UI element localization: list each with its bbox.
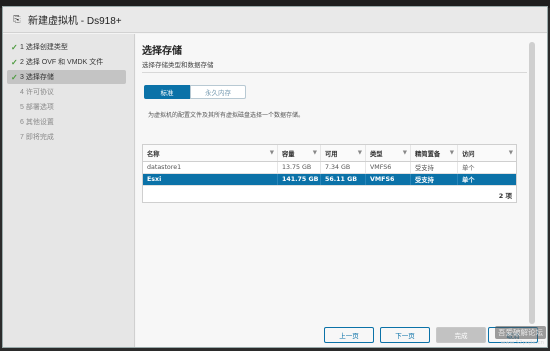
cell-type: VMFS6 <box>366 174 411 185</box>
cell-free: 56.11 GB <box>321 174 366 185</box>
check-icon: ✓ <box>11 57 18 67</box>
step-label: 2 选择 OVF 和 VMDK 文件 <box>20 59 104 66</box>
column-label: 容量 <box>282 150 295 158</box>
vm-add-icon: ⎘ <box>13 14 21 25</box>
step-label: 6 其他设置 <box>20 119 54 126</box>
step-label: 4 许可协议 <box>20 89 54 96</box>
check-icon: ✓ <box>11 72 18 82</box>
cell-name: Esxi <box>143 174 278 185</box>
watermark-url: www.52pojie.cn <box>500 340 544 346</box>
step-label: 5 部署选项 <box>20 104 54 111</box>
table-header: 名称 ▼ 容量 ▼ 可用 ▼ 类型 ▼ 精简置备 ▼ 访问 ▼ <box>143 145 516 162</box>
divider <box>142 72 527 73</box>
column-label: 可用 <box>325 150 338 158</box>
column-label: 访问 <box>462 150 475 158</box>
watermark: 吾爱破解论坛 www.52pojie.cn <box>478 324 548 350</box>
column-label: 名称 <box>147 150 160 158</box>
column-header-free[interactable]: 可用 ▼ <box>321 145 366 161</box>
datastore-table: 名称 ▼ 容量 ▼ 可用 ▼ 类型 ▼ 精简置备 ▼ 访问 ▼ datastore1 13.… <box>142 144 517 203</box>
filter-icon[interactable]: ▼ <box>450 150 454 156</box>
cell-access: 单个 <box>462 165 475 172</box>
filter-icon[interactable]: ▼ <box>403 150 407 156</box>
page-subtitle: 选择存储类型和数据存储 <box>142 61 214 69</box>
watermark-text: 吾爱破解论坛 <box>495 326 546 339</box>
filter-icon[interactable]: ▼ <box>313 150 317 156</box>
step-label: 1 选择创建类型 <box>20 44 68 51</box>
dialog-title: 新建虚拟机 - Ds918+ <box>28 16 122 27</box>
wizard-steps: ✓ 1 选择创建类型 ✓ 2 选择 OVF 和 VMDK 文件 ✓ 3 选择存储 4 … <box>3 34 135 347</box>
cell-type: VMFS6 <box>366 162 411 173</box>
next-button[interactable]: 下一页 <box>380 327 430 343</box>
step-4: 4 许可协议 <box>7 85 126 99</box>
cell-thin: 受支持 <box>411 162 458 173</box>
item-count: 2 项 <box>498 192 512 200</box>
cell-thin: 受支持 <box>411 174 458 185</box>
dialog-titlebar: ⎘ 新建虚拟机 - Ds918+ <box>3 7 547 33</box>
main-panel: 选择存储 选择存储类型和数据存储 标准 永久内存 为虚拟机的配置文件及其所有虚拟… <box>136 34 547 347</box>
step-6: 6 其他设置 <box>7 115 126 129</box>
page-title: 选择存储 <box>142 46 182 57</box>
step-label: 3 选择存储 <box>20 74 54 81</box>
filter-icon[interactable]: ▼ <box>509 150 513 156</box>
scrollbar-thumb[interactable] <box>529 42 535 324</box>
table-row[interactable]: datastore1 13.75 GB 7.34 GB VMFS6 受支持 单个 <box>143 162 516 174</box>
vertical-scrollbar[interactable] <box>529 42 535 324</box>
storage-type-tabs: 标准 永久内存 <box>144 85 246 99</box>
previous-button[interactable]: 上一页 <box>324 327 374 343</box>
column-label: 类型 <box>370 150 383 158</box>
column-label: 精简置备 <box>415 150 441 158</box>
step-1[interactable]: ✓ 1 选择创建类型 <box>7 40 126 54</box>
tab-persistent-memory[interactable]: 永久内存 <box>190 85 246 99</box>
cell-capacity: 141.75 GB <box>278 174 321 185</box>
table-footer: 2 项 <box>143 186 516 202</box>
column-header-capacity[interactable]: 容量 ▼ <box>278 145 321 161</box>
column-header-type[interactable]: 类型 ▼ <box>366 145 411 161</box>
filter-icon[interactable]: ▼ <box>270 150 274 156</box>
filter-icon[interactable]: ▼ <box>358 150 362 156</box>
table-row-selected[interactable]: Esxi 141.75 GB 56.11 GB VMFS6 受支持 单个 <box>143 174 516 186</box>
storage-description: 为虚拟机的配置文件及其所有虚拟磁盘选择一个数据存储。 <box>148 112 305 119</box>
tab-standard[interactable]: 标准 <box>144 85 190 99</box>
cell-capacity: 13.75 GB <box>278 162 321 173</box>
step-3[interactable]: ✓ 3 选择存储 <box>7 70 126 84</box>
cell-name: datastore1 <box>143 162 278 173</box>
column-header-access[interactable]: 访问 ▼ <box>458 145 516 161</box>
step-2[interactable]: ✓ 2 选择 OVF 和 VMDK 文件 <box>7 55 126 69</box>
cell-free: 7.34 GB <box>321 162 366 173</box>
step-5: 5 部署选项 <box>7 100 126 114</box>
step-7: 7 即将完成 <box>7 130 126 144</box>
cell-access: 单个 <box>462 177 475 184</box>
check-icon: ✓ <box>11 42 18 52</box>
new-vm-dialog: ⎘ 新建虚拟机 - Ds918+ ✓ 1 选择创建类型 ✓ 2 选择 OVF 和 V… <box>2 6 548 348</box>
step-label: 7 即将完成 <box>20 134 54 141</box>
column-header-thin[interactable]: 精简置备 ▼ <box>411 145 458 161</box>
column-header-name[interactable]: 名称 ▼ <box>143 145 278 161</box>
